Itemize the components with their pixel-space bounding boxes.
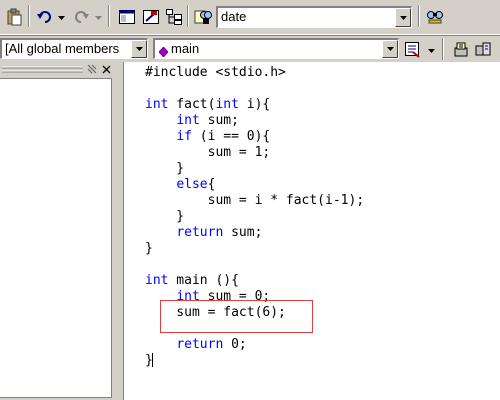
code-keyword: int xyxy=(145,97,169,112)
clipboard-paste-icon[interactable] xyxy=(4,7,24,27)
workspace-pane xyxy=(0,62,115,400)
scope-combo-value[interactable]: [All global members xyxy=(5,41,119,56)
code-line[interactable]: } xyxy=(145,161,364,177)
code-line[interactable]: int main (){ xyxy=(145,273,364,289)
find-icon[interactable] xyxy=(425,7,445,27)
text-caret xyxy=(152,353,153,367)
code-token: main (){ xyxy=(168,273,239,288)
member-diamond-icon xyxy=(158,45,169,60)
code-token: sum = i * fact(i-1); xyxy=(145,193,365,208)
code-line[interactable]: } xyxy=(145,241,364,257)
code-token: sum; xyxy=(223,225,263,240)
code-line[interactable]: ​ xyxy=(145,81,364,97)
code-line[interactable]: int fact(int i){ xyxy=(145,97,364,113)
code-token: (i == 0){ xyxy=(191,129,271,144)
standard-toolbar: date xyxy=(0,0,500,35)
scope-combo[interactable]: [All global members xyxy=(0,38,148,59)
code-line[interactable]: sum = i * fact(i-1); xyxy=(145,193,365,209)
code-token: } xyxy=(145,241,153,256)
wizard-bar-options-icon[interactable] xyxy=(451,39,471,59)
code-token: { xyxy=(207,177,216,192)
annotation-highlight-box xyxy=(160,300,313,333)
wizard-bar: [All global members main xyxy=(0,35,500,62)
code-keyword: int xyxy=(215,97,239,112)
code-token: i){ xyxy=(238,97,271,112)
code-keyword: int xyxy=(145,273,169,288)
redo-dropdown-icon[interactable] xyxy=(94,11,102,25)
code-line[interactable]: return 0; xyxy=(145,337,364,353)
wizard-bar-action-dropdown-icon[interactable] xyxy=(427,44,435,58)
code-line[interactable]: ​ xyxy=(145,257,364,273)
code-keyword: return xyxy=(176,337,224,352)
redo-icon[interactable] xyxy=(71,7,91,27)
code-line[interactable]: if (i == 0){ xyxy=(145,129,364,145)
workspace-icon[interactable] xyxy=(164,7,184,27)
member-combo[interactable]: main xyxy=(153,38,399,59)
output-window-icon[interactable] xyxy=(141,7,161,27)
pane-restore-icon[interactable] xyxy=(86,62,98,76)
undo-icon[interactable] xyxy=(35,7,55,27)
code-token: 0; xyxy=(223,337,247,352)
undo-dropdown-icon[interactable] xyxy=(57,11,65,25)
wizard-bar-action-icon[interactable] xyxy=(403,39,423,59)
code-line[interactable]: int sum; xyxy=(145,113,364,129)
code-editor[interactable]: #include <stdio.h>​int fact(int i){ int … xyxy=(123,62,500,400)
code-keyword: else xyxy=(176,177,208,192)
code-line[interactable]: return sum; xyxy=(145,225,364,241)
code-line[interactable]: else{ xyxy=(145,177,364,193)
member-combo-dropdown-icon[interactable] xyxy=(382,40,398,58)
code-keyword: int xyxy=(176,113,200,128)
find-combo-dropdown-icon[interactable] xyxy=(395,8,411,27)
code-line[interactable]: sum = 1; xyxy=(145,145,364,161)
code-token: fact( xyxy=(168,97,216,112)
find-combo-value[interactable]: date xyxy=(221,9,246,24)
code-keyword: if xyxy=(176,129,192,144)
wizard-bar-class-icon[interactable] xyxy=(473,39,493,59)
code-token: } xyxy=(145,161,185,176)
code-token: } xyxy=(145,209,185,224)
find-combo[interactable]: date xyxy=(216,6,412,28)
editor-margin[interactable] xyxy=(124,62,142,400)
code-line[interactable]: } xyxy=(145,209,364,225)
workspace-tree[interactable] xyxy=(0,78,112,398)
pane-splitter[interactable] xyxy=(115,62,123,400)
code-token: sum = 1; xyxy=(145,145,271,160)
pane-close-icon[interactable] xyxy=(100,62,112,76)
member-combo-value[interactable]: main xyxy=(171,41,199,56)
scope-combo-dropdown-icon[interactable] xyxy=(131,40,147,58)
code-token: sum; xyxy=(199,113,239,128)
find-in-files-icon[interactable] xyxy=(193,7,213,27)
code-line[interactable]: } xyxy=(145,353,364,369)
code-keyword: return xyxy=(176,225,224,240)
code-line[interactable]: #include <stdio.h> xyxy=(145,65,364,81)
code-token: #include <stdio.h> xyxy=(145,65,286,80)
window-icon[interactable] xyxy=(117,7,137,27)
